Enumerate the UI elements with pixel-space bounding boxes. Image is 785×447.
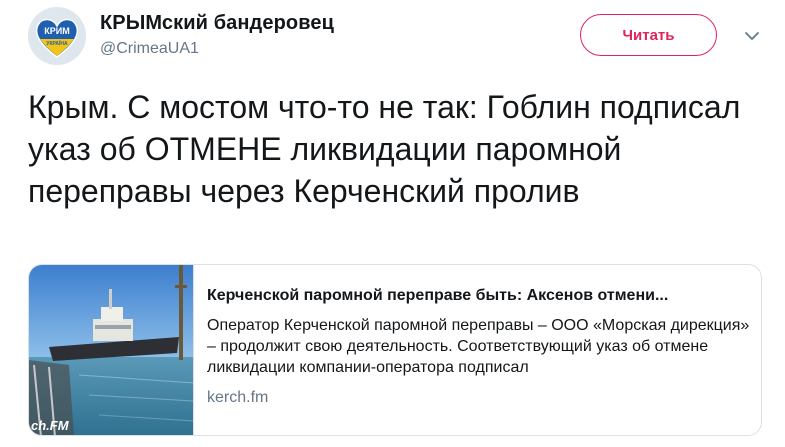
chevron-down-icon	[745, 31, 759, 40]
card-body[interactable]: Керченской паромной переправе быть: Аксе…	[207, 265, 755, 409]
card-description: Оператор Керченской паромной переправы –…	[207, 317, 750, 376]
author-block[interactable]: КРЫМский бандеровец @CrimeaUA1	[100, 10, 334, 60]
card-domain[interactable]: kerch.fm	[207, 387, 755, 409]
tweet-text: Крым. С мостом что-то не так: Гоблин под…	[28, 89, 741, 209]
card-image-watermark: ch.FM	[31, 418, 69, 433]
crimea-heart-logo-icon: КРИМ УКРАЇНА	[28, 7, 86, 65]
card-title[interactable]: Керченской паромной переправе быть: Аксе…	[207, 285, 755, 307]
ferry-photo-image	[29, 265, 193, 435]
card-image: ch.FM	[29, 265, 194, 435]
author-handle[interactable]: @CrimeaUA1	[100, 38, 334, 60]
link-card[interactable]: ch.FM Керченской паромной переправе быть…	[28, 264, 762, 436]
avatar[interactable]: КРИМ УКРАЇНА	[28, 7, 86, 65]
tweet-menu-button[interactable]	[738, 22, 766, 50]
author-display-name[interactable]: КРЫМский бандеровец	[100, 10, 334, 36]
avatar-logo-subtext: УКРАЇНА	[46, 40, 68, 47]
avatar-logo-text: КРИМ	[44, 26, 69, 36]
follow-button[interactable]: Читать	[580, 14, 717, 56]
